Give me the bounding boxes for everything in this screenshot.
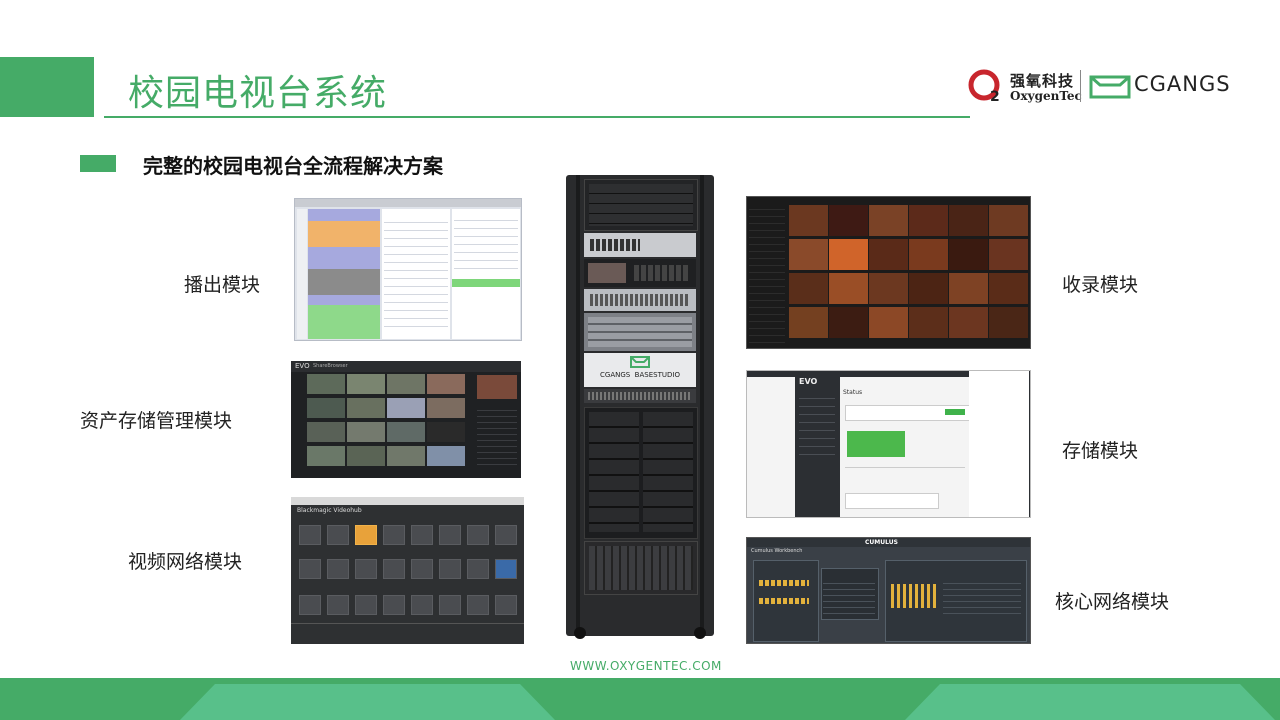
module-label-video-network: 视频网络模块 (128, 551, 243, 573)
rack-server-array (584, 407, 698, 539)
module-label-recording: 收录模块 (1062, 274, 1139, 296)
core-app-name: Cumulus Workbench (751, 548, 803, 554)
core-brand: CUMULUS (865, 539, 898, 546)
title-accent-block (0, 57, 94, 117)
server-rack: CGANGS BASESTUDIO (566, 175, 714, 639)
rack-basestudio-unit: CGANGS BASESTUDIO (584, 353, 696, 387)
rack-network-unit (584, 313, 696, 351)
cgangs-rack-logo-icon (630, 356, 650, 368)
partner-logo-text: CGANGS (1134, 72, 1231, 96)
asset-brand: EVO (295, 362, 310, 370)
logo-separator (1080, 70, 1081, 102)
storage-brand: EVO (799, 377, 818, 386)
brand-name-cn: 强氧科技 (1010, 72, 1075, 90)
footer-band (0, 678, 1280, 720)
module-label-playout: 播出模块 (184, 274, 261, 296)
schedule-column (308, 209, 380, 339)
asset-app-name: ShareBrowser (313, 363, 348, 369)
clip-list (382, 209, 450, 339)
svg-text:2: 2 (990, 89, 1000, 104)
module-label-asset: 资产存储管理模块 (80, 410, 233, 432)
brand-name-en: OxygenTec (1010, 89, 1082, 103)
page-title: 校园电视台系统 (128, 73, 388, 114)
rack-switcher-unit (584, 233, 696, 257)
subtitle-accent-block (80, 155, 116, 172)
recording-screenshot (746, 196, 1031, 349)
storage-screenshot: EVO Status (746, 370, 1031, 518)
videohub-title: Blackmagic Videohub (297, 507, 362, 514)
cgangs-logo-icon (1089, 75, 1131, 99)
rack-workstation-unit (584, 541, 698, 595)
core-network-screenshot: Cumulus Workbench CUMULUS (746, 537, 1031, 644)
storage-heading: Status (843, 389, 863, 396)
module-label-core-network: 核心网络模块 (1055, 591, 1170, 613)
rack-router-unit (584, 289, 696, 311)
videohub-screenshot: Blackmagic Videohub (291, 497, 524, 644)
module-label-storage: 存储模块 (1062, 440, 1139, 462)
website-url: WWW.OXYGENTEC.COM (570, 659, 722, 673)
oxygentec-logo-icon: 2 (968, 69, 1000, 104)
playlist-panel (452, 209, 520, 339)
title-divider (104, 116, 970, 118)
playout-screenshot (294, 198, 522, 341)
rack-monitor-unit (584, 259, 696, 287)
footer-decoration (180, 684, 1275, 720)
rack-brand-label: CGANGS BASESTUDIO (600, 371, 680, 379)
rack-storage-unit (584, 179, 698, 231)
asset-browser-screenshot: EVO ShareBrowser (291, 361, 521, 478)
timeline-ruler (297, 209, 307, 339)
window-titlebar (295, 199, 521, 207)
rack-patch-unit (584, 389, 696, 403)
subtitle: 完整的校园电视台全流程解决方案 (143, 154, 443, 178)
